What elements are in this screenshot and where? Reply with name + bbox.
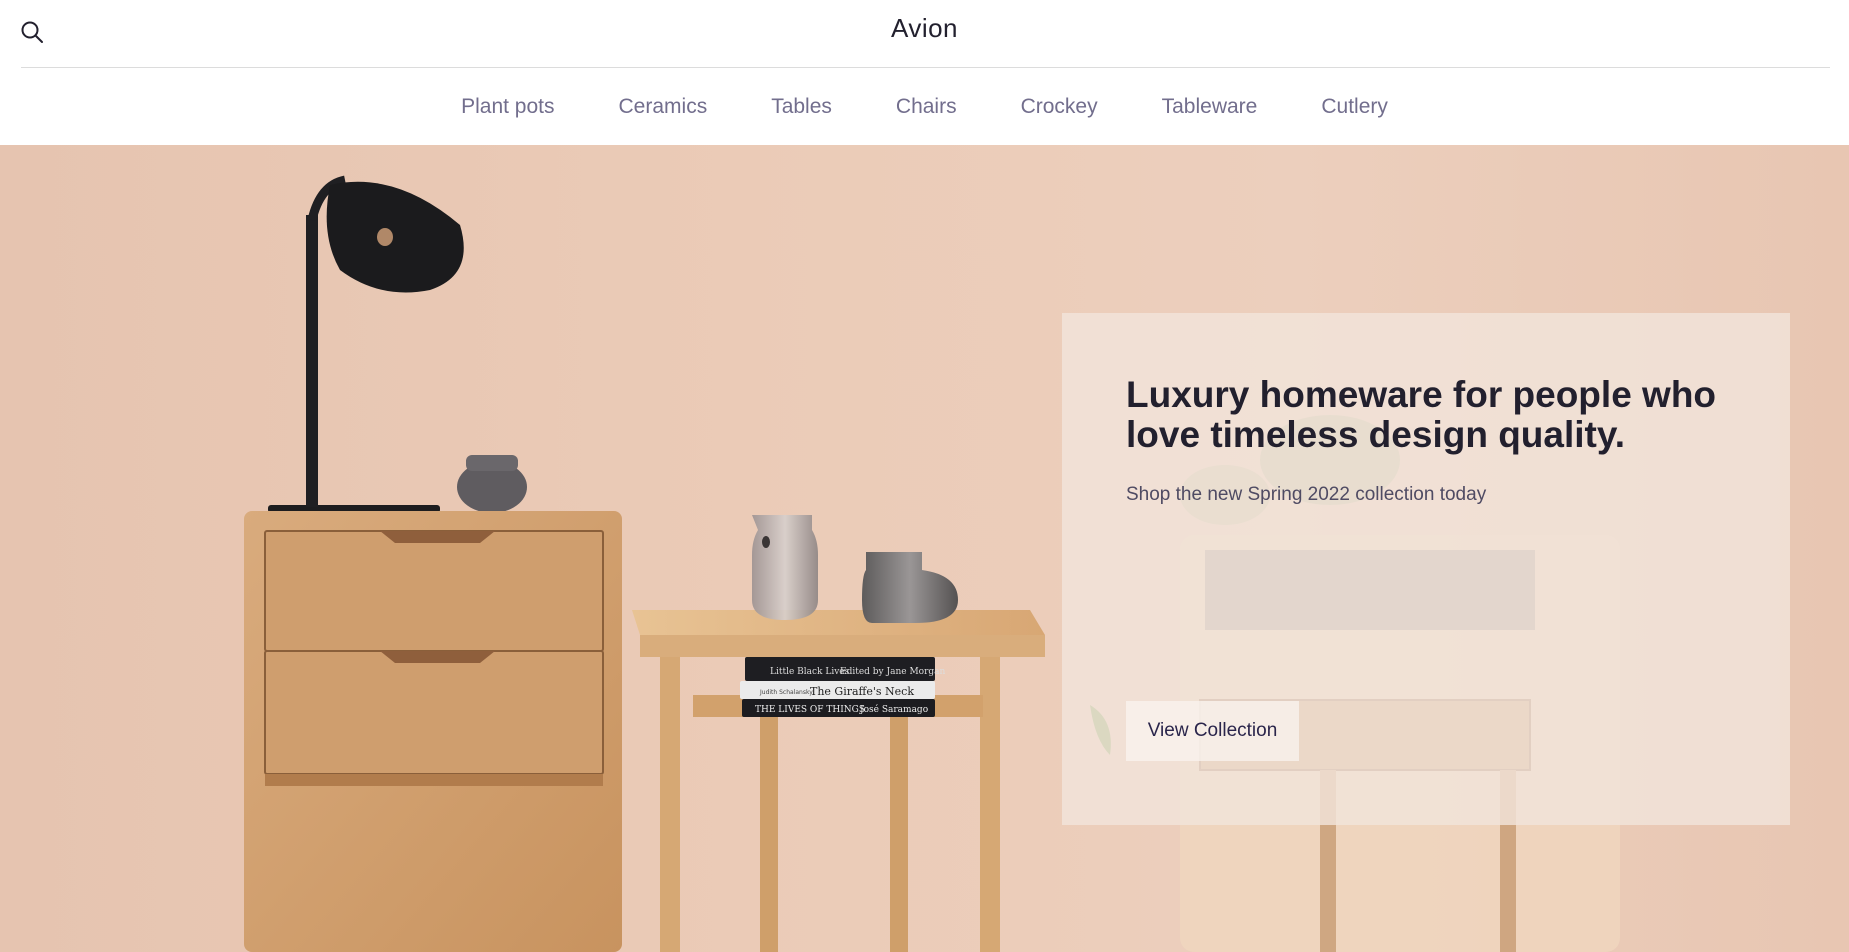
lamp-pole (306, 215, 318, 507)
nav-item-chairs[interactable]: Chairs (896, 95, 957, 119)
svg-text:The Giraffe's Neck: The Giraffe's Neck (810, 685, 914, 698)
glass-vase (752, 515, 818, 620)
svg-text:THE LIVES OF THINGS: THE LIVES OF THINGS (755, 705, 865, 715)
svg-text:Edited by Jane Morgan: Edited by Jane Morgan (840, 667, 946, 677)
svg-text:Little Black Lives: Little Black Lives (770, 667, 850, 677)
hero-banner: Little Black Lives Edited by Jane Morgan… (0, 145, 1849, 952)
nav-item-plant-pots[interactable]: Plant pots (461, 95, 554, 119)
hero-subtext: Shop the new Spring 2022 collection toda… (1126, 484, 1487, 505)
nav-item-tables[interactable]: Tables (771, 95, 832, 119)
nav-item-cutlery[interactable]: Cutlery (1321, 95, 1388, 119)
lamp-bulb (377, 228, 393, 246)
view-collection-button[interactable]: View Collection (1126, 701, 1299, 761)
brand-logo[interactable]: Avion (0, 13, 1849, 44)
hero-headline: Luxury homeware for people who love time… (1126, 374, 1717, 455)
hero-panel: Luxury homeware for people who love time… (1062, 313, 1790, 825)
category-nav: Plant pots Ceramics Tables Chairs Crocke… (0, 68, 1849, 145)
site-header: Avion (0, 0, 1849, 68)
nav-item-ceramics[interactable]: Ceramics (619, 95, 708, 119)
smoke-vase (862, 552, 958, 623)
nav-item-crockey[interactable]: Crockey (1021, 95, 1098, 119)
svg-text:Judith Schalansky: Judith Schalansky (759, 689, 813, 696)
svg-text:José Saramago: José Saramago (859, 704, 928, 715)
side-table-top (632, 610, 1045, 635)
lamp-shade (326, 181, 464, 293)
nav-item-tableware[interactable]: Tableware (1162, 95, 1258, 119)
